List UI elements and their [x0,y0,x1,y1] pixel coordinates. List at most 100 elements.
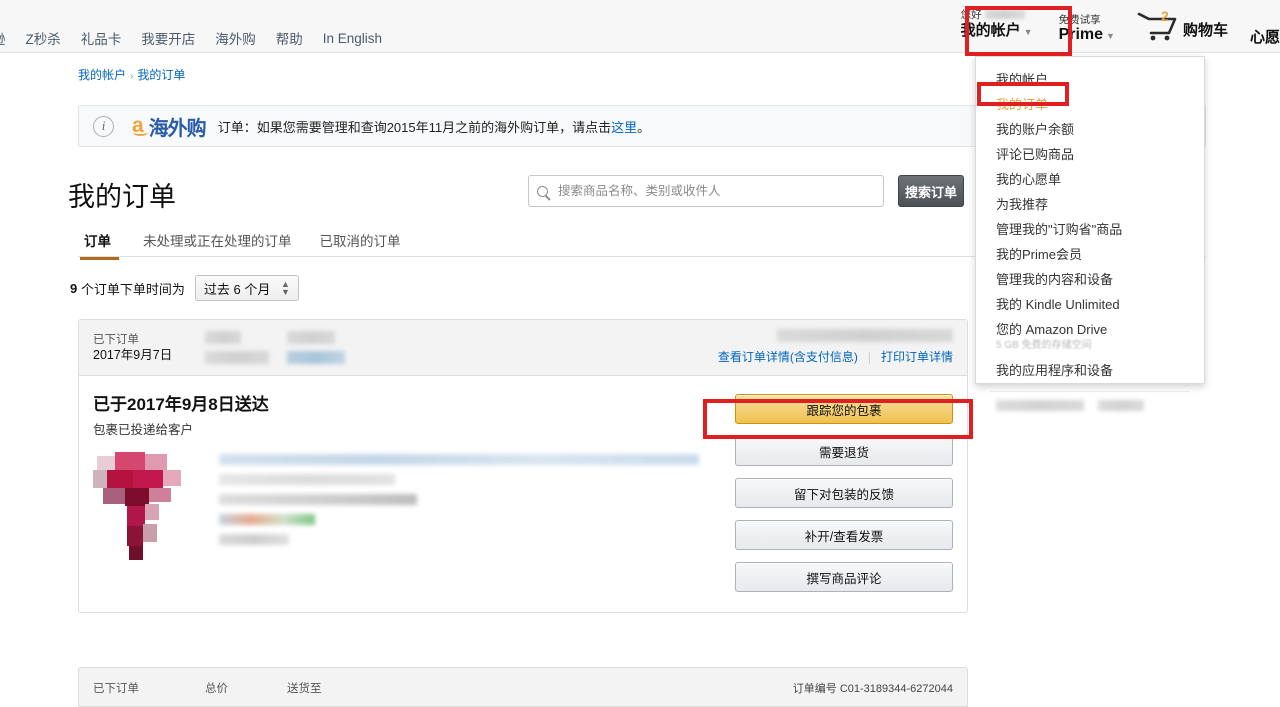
order-card: 已下订单 2017年9月7日 查看订单详情(含支付信息) | 打印订单详情 已于… [78,319,968,613]
notice-link[interactable]: 这里 [611,120,637,135]
tab-1[interactable]: 未处理或正在处理的订单 [129,227,306,259]
nav-link-3[interactable]: 我要开店 [141,28,195,48]
select-arrows-icon: ▲ ▼ [280,279,290,297]
nav-right-cluster: 您好 我的帐户 ▼ 免费试享 Prime ▼ 2 购物车 心愿 [947,0,1280,53]
account-menu-item-label: 我的Prime会员 [996,247,1082,262]
order-card-header: 已下订单 2017年9月7日 查看订单详情(含支付信息) | 打印订单详情 [79,320,967,376]
account-menu-footer-redacted [976,400,1204,411]
notice-text-before: 订单：如果您需要管理和查询2015年11月之前的海外购订单，请点击 [217,119,612,135]
breadcrumb-root[interactable]: 我的帐户 [78,68,126,82]
order-count-label: 个订单下单时间为 [80,281,185,297]
account-menu-item-0[interactable]: 我的帐户 [976,67,1204,92]
account-menu-item-2[interactable]: 我的账户余额 [976,117,1204,142]
cart-label: 购物车 [1182,21,1228,39]
account-menu-item-9[interactable]: 我的 Kindle Unlimited [976,292,1204,317]
nav-links: 逊 Z秒杀礼品卡我要开店海外购帮助 In English [0,28,382,48]
order-placed-label: 已下订单 [93,333,139,346]
next-order-shipto-label: 送货至 [287,683,322,695]
breadcrumb-separator: › [130,71,134,82]
account-greeting: 您好 [961,9,1041,21]
order-action-button-3[interactable]: 补开/查看发票 [735,520,953,550]
order-placed-date: 2017年9月7日 [93,347,173,362]
haiwaigou-logo: a 海外购 [132,112,207,141]
order-header-links: 查看订单详情(含支付信息) | 打印订单详情 [718,348,953,365]
nav-link-0[interactable]: 逊 [0,28,6,48]
order-search: 搜索订单 [528,175,964,207]
prime-label-text: Prime [1058,26,1104,43]
account-menu-item-5[interactable]: 为我推荐 [976,192,1204,217]
order-action-button-0[interactable]: 跟踪您的包裹 [735,394,953,424]
account-menu-item-label: 我的心愿单 [996,172,1062,187]
account-menu-button[interactable]: 您好 我的帐户 ▼ [947,3,1051,51]
account-label: 我的帐户 ▼ [961,22,1041,41]
cart-count-badge: 2 [1160,7,1169,24]
account-menu-item-3[interactable]: 评论已购商品 [976,142,1204,167]
account-menu-item-label: 为我推荐 [996,197,1049,212]
tab-0[interactable]: 订单 [78,227,129,260]
order-filter-row: 9 个订单下单时间为 过去 6 个月 ▲ ▼ [70,275,299,301]
notice-text: 订单：如果您需要管理和查询2015年11月之前的海外购订单，请点击这里。 [218,117,650,136]
account-menu-item-8[interactable]: 管理我的内容和设备 [976,267,1204,292]
nav-link-6[interactable]: In English [323,31,382,46]
tab-2[interactable]: 已取消的订单 [306,227,415,259]
next-order-header: 已下订单 总价 送货至 订单编号 C01-3189344-6272044 [79,668,967,706]
time-range-select[interactable]: 过去 6 个月 ▲ ▼ [194,275,299,301]
order-placed-column: 已下订单 2017年9月7日 [93,333,205,363]
nav-link-1[interactable]: Z秒杀 [26,28,61,48]
account-menu-item-label: 我的 Kindle Unlimited [996,297,1120,312]
info-icon: i [93,115,114,137]
search-orders-button[interactable]: 搜索订单 [898,175,964,207]
account-dropdown-menu[interactable]: 我的帐户我的订单我的账户余额 评论已购商品 我的心愿单为我推荐管理我的"订购省"商品… [975,56,1205,411]
account-menu-item-label: 管理我的"订购省"商品 [996,222,1123,237]
cart-button[interactable]: 2 购物车 [1127,8,1236,46]
account-menu-item-6[interactable]: 管理我的"订购省"商品 [976,217,1204,242]
chevron-down-icon: ▼ [1023,26,1033,37]
print-order-details-link[interactable]: 打印订单详情 [881,348,953,365]
order-action-button-1[interactable]: 需要退货 [735,436,953,466]
order-action-buttons: 跟踪您的包裹 需要退货留下对包装的反馈 补开/查看发票 撰写商品评论 [735,394,953,592]
account-menu-item-10[interactable]: 您的 Amazon Drive 5 GB 免费的存储空间 [976,317,1204,358]
shopping-cart-icon: 2 [1135,8,1181,42]
chevron-down-icon: ▼ [1106,31,1115,41]
haiwaigou-logo-text: 海外购 [148,117,207,140]
prime-menu-button[interactable]: 免费试享 Prime ▼ [1051,8,1127,45]
order-card-body: 已于2017年9月8日送达 包裹已投递给客户 跟踪您的包裹 需要退货 留下对包装… [79,376,967,612]
page-title: 我的订单 [68,182,176,213]
account-menu-item-label: 我的应用程序和设备 [996,363,1114,378]
account-label-text: 我的帐户 [960,21,1021,39]
nav-link-2[interactable]: 礼品卡 [81,28,122,48]
search-box[interactable] [528,175,884,207]
account-menu-item-11[interactable]: 我的应用程序和设备 [976,358,1204,383]
nav-link-4[interactable]: 海外购 [215,28,256,48]
nav-link-5[interactable]: 帮助 [276,28,303,48]
next-order-total-label: 总价 [205,683,228,695]
order-count: 9 [70,280,78,296]
account-menu-item-4[interactable]: 我的心愿单 [976,167,1204,192]
next-order-number: 订单编号 C01-3189344-6272044 [792,683,953,695]
order-action-button-4[interactable]: 撰写商品评论 [735,562,953,592]
search-input[interactable] [556,183,875,199]
account-menu-item-label: 管理我的内容和设备 [996,272,1114,287]
account-menu-item-7[interactable]: 我的Prime会员 [976,242,1204,267]
account-menu-item-sublabel: 5 GB 免费的存储空间 [996,340,1092,351]
account-menu-item-label: 我的订单 [996,97,1049,112]
prime-label: Prime ▼ [1059,26,1115,45]
account-menu-item-1[interactable]: 我的订单 [976,92,1204,117]
prime-subtitle: 免费试享 [1058,14,1101,26]
next-order-card: 已下订单 总价 送货至 订单编号 C01-3189344-6272044 [78,667,968,707]
order-action-button-2[interactable]: 留下对包装的反馈 [735,478,953,508]
amazon-a-icon: a [132,114,148,137]
view-order-details-link[interactable]: 查看订单详情(含支付信息) [718,348,858,365]
account-menu-item-label: 评论已购商品 [996,147,1075,162]
order-shipto-column-redacted [287,331,407,364]
breadcrumb-current[interactable]: 我的订单 [137,68,185,82]
top-navigation-bar: 逊Z秒杀礼品卡我要开店海外购帮助In English 您好 我的帐户▼ 免费试享… [0,0,1280,53]
notice-text-after: 。 [637,119,651,135]
user-name-redacted [984,10,1025,20]
product-thumbnail-redacted[interactable] [93,452,201,562]
account-menu-item-label: 您的 Amazon Drive [996,322,1108,337]
order-number-redacted [777,329,953,342]
account-menu-item-label: 我的账户余额 [996,122,1075,137]
wishlist-button[interactable]: 心愿 [1236,26,1280,53]
order-total-column-redacted [205,331,287,364]
